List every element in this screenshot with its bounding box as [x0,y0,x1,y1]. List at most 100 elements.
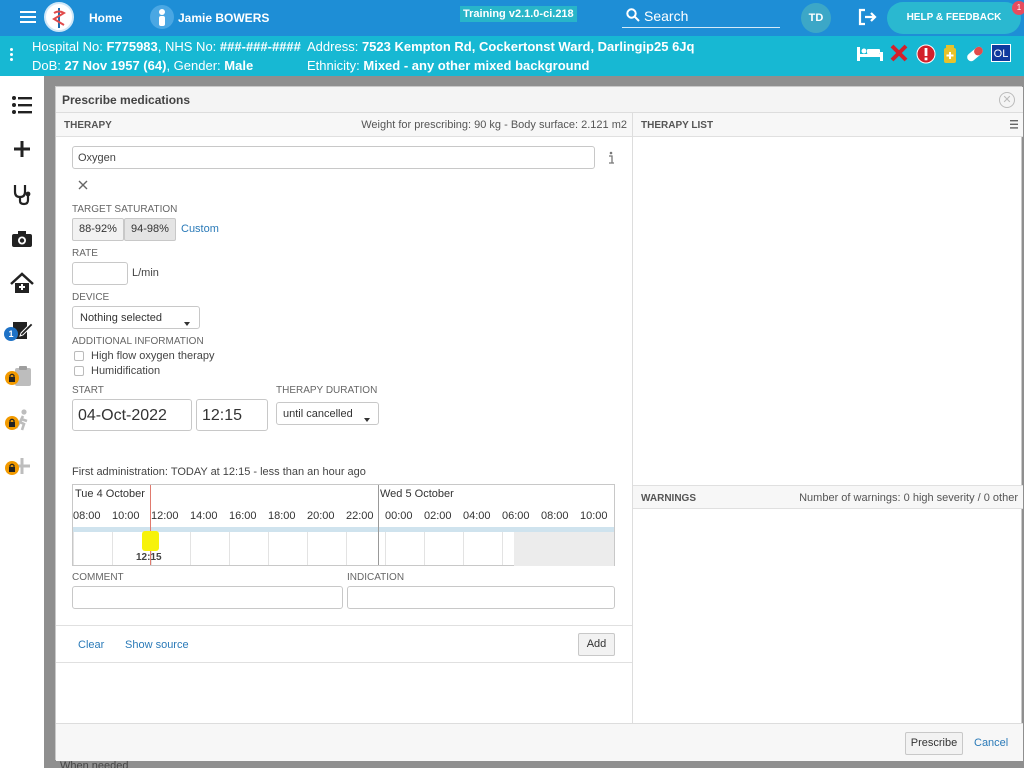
banner-address: Address: 7523 Kempton Rd, Cockertonst Wa… [307,39,695,54]
add-button[interactable]: Add [578,633,615,656]
high-flow-label[interactable]: High flow oxygen therapy [91,350,215,362]
sidebar-count-badge: 1 [4,327,18,341]
help-notification-badge: 1 [1012,1,1024,15]
close-icon[interactable]: ✕ [999,92,1015,108]
bed-icon[interactable] [856,44,884,65]
timeline-grid-line [424,529,425,565]
remove-medication-icon[interactable] [78,179,88,193]
timeline-hour-label: 10:00 [112,510,140,522]
warnings-section-header: WARNINGS Number of warnings: 0 high seve… [633,485,1023,509]
help-feedback-button[interactable]: HELP & FEEDBACK [887,2,1021,34]
ol-badge[interactable]: OL [991,44,1011,62]
timeline-grid-line [112,529,113,565]
timeline-grid-line [268,529,269,565]
timeline-hour-label: 10:00 [580,510,608,522]
banner-line-1-left: Hospital No: F775983, NHS No: ###-###-##… [32,39,301,54]
more-options-icon[interactable] [10,48,14,63]
timeline-hour-label: 14:00 [190,510,218,522]
therapy-header: THERAPY [64,120,112,131]
list-menu-icon[interactable] [1010,120,1018,132]
warning-alert-icon[interactable] [916,44,936,67]
chevron-down-icon [184,316,190,330]
timeline-administration-marker[interactable] [142,531,159,551]
date-of-birth: 27 Nov 1957 (64) [64,58,167,73]
search-box[interactable]: Search [622,5,780,28]
chevron-down-icon [364,412,370,426]
humidification-checkbox[interactable] [74,366,84,376]
high-flow-checkbox[interactable] [74,351,84,361]
therapy-section-header: THERAPY Weight for prescribing: 90 kg - … [56,113,632,137]
gender: Male [224,58,254,73]
indication-label: INDICATION [347,572,405,583]
patient-icon [150,5,174,29]
pill-icon[interactable] [964,44,986,67]
lock-icon [5,416,19,430]
medication-search-input[interactable]: Oxygen [72,146,595,169]
timeline-future-shade [514,532,614,566]
banner-line-2-left: DoB: 27 Nov 1957 (64), Gender: Male [32,58,254,73]
timeline-day-1: Tue 4 October [75,488,145,500]
timeline-hour-label: 02:00 [424,510,452,522]
menu-icon[interactable] [20,11,36,24]
therapy-duration-label: THERAPY DURATION [276,385,378,396]
patient-banner: Hospital No: F775983, NHS No: ###-###-##… [0,36,1024,76]
dialog-title: Prescribe medications [62,93,191,107]
timeline-hour-label: 04:00 [463,510,491,522]
first-administration-text: First administration: TODAY at 12:15 - l… [72,466,366,478]
lock-icon [5,371,19,385]
add-icon[interactable] [9,136,35,162]
indication-input[interactable] [347,586,615,609]
start-label: START [72,385,104,396]
user-avatar[interactable]: TD [801,3,831,33]
left-sidebar: 1 [0,76,44,768]
app-logo[interactable] [44,2,74,32]
logout-icon[interactable] [858,8,878,26]
rate-input[interactable] [72,262,128,285]
cancel-link[interactable]: Cancel [974,737,1008,749]
banner-ethnicity: Ethnicity: Mixed - any other mixed backg… [307,58,590,73]
patient-name[interactable]: Jamie BOWERS [178,11,269,25]
timeline-marker-label: 12:15 [136,552,162,563]
timeline-hour-label: 18:00 [268,510,296,522]
comment-input[interactable] [72,586,343,609]
saturation-custom-link[interactable]: Custom [181,223,219,235]
search-label: Search [644,8,689,24]
warnings-header: WARNINGS [641,493,696,504]
timeline-grid-line [229,529,230,565]
cross-alert-icon[interactable] [890,44,908,65]
hospital-number: F775983 [106,39,158,54]
administration-timeline[interactable]: Tue 4 October Wed 5 October 08:00 10:00 12… [72,484,615,566]
therapy-duration-select[interactable]: until cancelled [276,402,379,425]
stethoscope-icon[interactable] [9,181,35,207]
medication-bottle-icon[interactable] [942,44,958,67]
clear-link[interactable]: Clear [78,639,104,651]
timeline-grid-line [385,529,386,565]
info-icon[interactable] [606,151,616,168]
timeline-grid-line [73,529,74,565]
saturation-88-92-button[interactable]: 88-92% [72,218,124,241]
timeline-day-separator [378,485,379,565]
saturation-94-98-button[interactable]: 94-98% [124,218,176,241]
background-footer-text: When needed [60,760,129,768]
divider [56,625,632,626]
list-icon[interactable] [9,92,35,118]
nhs-number: ###-###-#### [219,39,301,54]
weight-info: Weight for prescribing: 90 kg - Body sur… [361,119,627,131]
device-select[interactable]: Nothing selected [72,306,200,329]
start-date-input[interactable]: 04-Oct-2022 [72,399,192,431]
timeline-hour-label: 08:00 [541,510,569,522]
rate-label: RATE [72,248,98,259]
show-source-link[interactable]: Show source [125,639,189,651]
home-link[interactable]: Home [89,11,122,25]
timeline-grid-line [502,529,503,565]
humidification-label[interactable]: Humidification [91,365,160,377]
prescribe-medications-dialog: Prescribe medications ✕ THERAPY Weight f… [55,86,1023,761]
camera-icon[interactable] [9,226,35,252]
timeline-grid-line [190,529,191,565]
prescribe-button[interactable]: Prescribe [905,732,963,755]
timeline-hour-label: 16:00 [229,510,257,522]
start-time-input[interactable]: 12:15 [196,399,268,431]
home-care-icon[interactable] [9,271,35,297]
timeline-hour-label: 20:00 [307,510,335,522]
therapy-pane: THERAPY Weight for prescribing: 90 kg - … [56,113,632,723]
